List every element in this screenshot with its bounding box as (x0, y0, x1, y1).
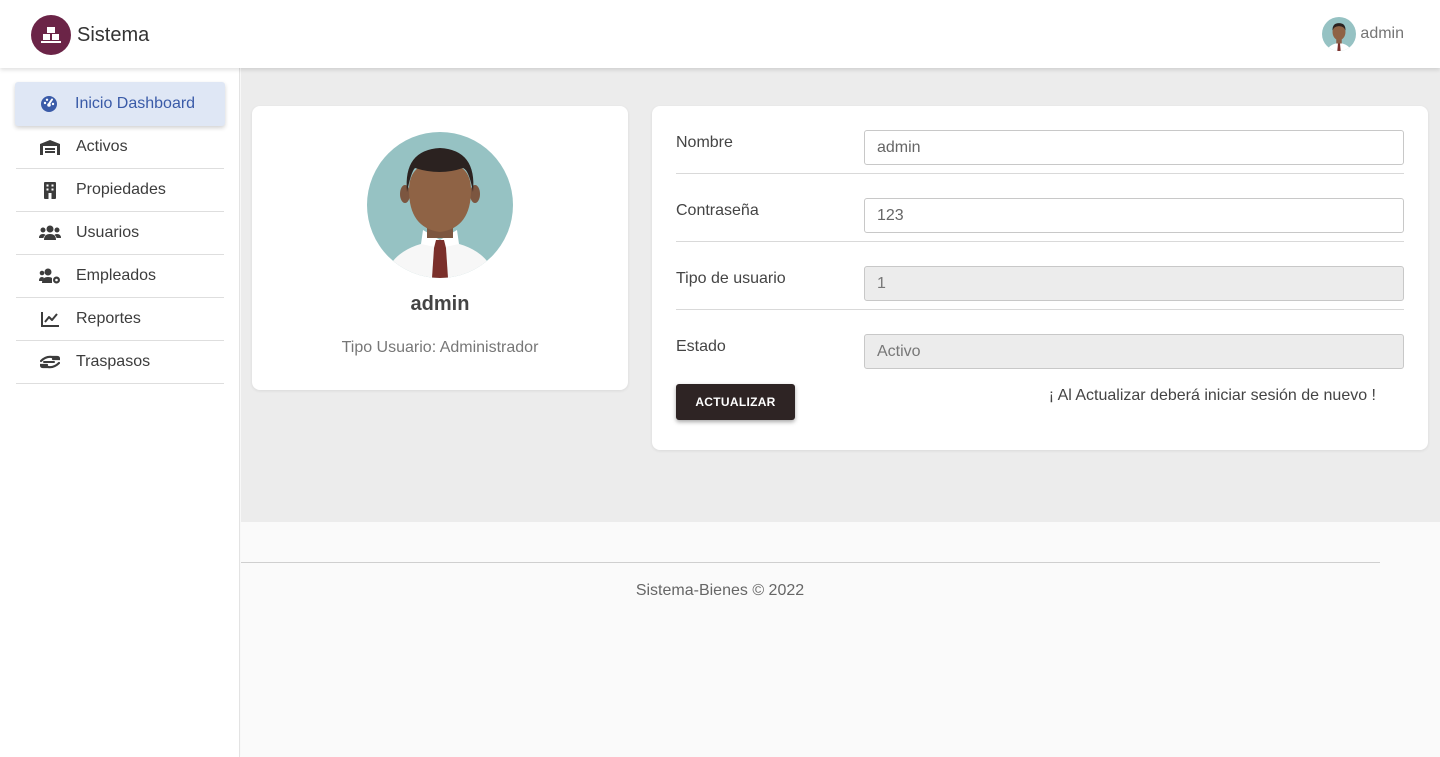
nombre-field[interactable] (864, 130, 1404, 165)
users-icon (16, 225, 76, 241)
sidebar-nav: Inicio Dashboard Activos Propiedades Usu… (15, 82, 225, 384)
dashboard-icon (15, 95, 75, 113)
profile-card: admin Tipo Usuario: Administrador (252, 106, 628, 390)
tipo-usuario-field (864, 266, 1404, 301)
nombre-label: Nombre (676, 134, 733, 151)
user-menu[interactable]: admin (1322, 17, 1404, 51)
hand-transfer-icon (16, 354, 76, 370)
sidebar: Inicio Dashboard Activos Propiedades Usu… (0, 68, 240, 757)
user-form-card: Nombre Contraseña Tipo de usuario Estado… (652, 106, 1428, 450)
form-row-nombre: Nombre (676, 106, 1404, 174)
sidebar-item-dashboard[interactable]: Inicio Dashboard (15, 82, 225, 126)
estado-label: Estado (676, 338, 726, 355)
user-avatar-icon (1322, 17, 1357, 51)
sidebar-item-label: Empleados (76, 267, 157, 284)
form-row-tipo-usuario: Tipo de usuario (676, 242, 1404, 310)
contrasena-label: Contraseña (676, 202, 759, 219)
top-bar: Sistema admin (0, 0, 1440, 68)
estado-field (864, 334, 1404, 369)
sidebar-item-label: Usuarios (76, 224, 140, 241)
user-name: admin (1360, 25, 1404, 42)
sidebar-item-empleados[interactable]: Empleados (16, 255, 224, 298)
profile-user-type: Tipo Usuario: Administrador (341, 339, 539, 356)
sidebar-item-activos[interactable]: Activos (16, 126, 224, 169)
sidebar-item-label: Traspasos (76, 353, 151, 370)
sidebar-item-label: Inicio Dashboard (75, 95, 196, 112)
footer-divider (241, 562, 1380, 563)
warehouse-icon (16, 139, 76, 155)
form-row-estado: Estado (676, 310, 1404, 378)
brand[interactable]: Sistema (31, 15, 149, 55)
sidebar-item-label: Activos (76, 138, 128, 155)
app-title: Sistema (77, 23, 150, 46)
sidebar-item-propiedades[interactable]: Propiedades (16, 169, 224, 212)
footer-text: Sistema-Bienes © 2022 (635, 582, 805, 599)
user-avatar-icon (367, 132, 513, 278)
footer: Sistema-Bienes © 2022 (241, 522, 1440, 757)
sidebar-item-label: Reportes (76, 310, 141, 327)
building-logo-icon (31, 15, 71, 55)
actualizar-button[interactable]: ACTUALIZAR (676, 384, 795, 420)
form-row-contrasena: Contraseña (676, 174, 1404, 242)
tipo-usuario-label: Tipo de usuario (676, 270, 786, 287)
sidebar-item-label: Propiedades (76, 181, 166, 198)
update-warning-note: ¡ Al Actualizar deberá iniciar sesión de… (1048, 387, 1376, 404)
building-icon (16, 181, 76, 199)
sidebar-item-reportes[interactable]: Reportes (16, 298, 224, 341)
sidebar-item-traspasos[interactable]: Traspasos (16, 341, 224, 384)
users-gear-icon (16, 268, 76, 284)
chart-line-icon (16, 311, 76, 327)
profile-name: admin (410, 293, 470, 315)
sidebar-item-usuarios[interactable]: Usuarios (16, 212, 224, 255)
contrasena-field[interactable] (864, 198, 1404, 233)
